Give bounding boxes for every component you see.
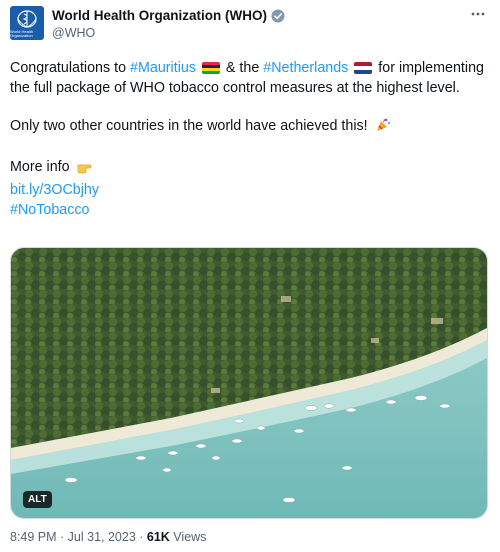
aerial-beach-photo xyxy=(11,248,487,518)
tweet-text: Congratulations to #Mauritius & the #Net… xyxy=(10,58,488,220)
meta-separator: · xyxy=(56,530,68,544)
tweet-time[interactable]: 8:49 PM xyxy=(10,530,57,544)
logo-text: World Health Organization xyxy=(10,28,34,38)
party-popper-icon xyxy=(375,117,391,139)
tweet-paragraph-1: Congratulations to #Mauritius & the #Net… xyxy=(10,58,488,98)
hashtag-netherlands[interactable]: #Netherlands xyxy=(263,60,348,76)
views-label: Views xyxy=(169,530,207,544)
who-emblem-icon xyxy=(17,9,37,28)
meta-separator: · xyxy=(135,530,147,544)
alt-text-badge[interactable]: ALT xyxy=(23,491,52,508)
netherlands-flag-icon xyxy=(354,62,373,74)
tweet-photo[interactable]: ALT xyxy=(10,247,488,519)
text-segment: Only two other countries in the world ha… xyxy=(10,118,368,134)
tweet-paragraph-2: Only two other countries in the world ha… xyxy=(10,116,488,139)
more-options-icon[interactable] xyxy=(470,6,486,27)
more-info-label: More info xyxy=(10,159,70,175)
account-handle[interactable]: @WHO xyxy=(52,26,95,40)
views-count: 61K xyxy=(146,530,170,544)
account-name[interactable]: World Health Organization (WHO) xyxy=(52,8,267,23)
tweet-card[interactable]: World Health Organization World Health O… xyxy=(0,0,500,552)
tweet-date[interactable]: Jul 31, 2023 xyxy=(68,530,136,544)
who-logo-avatar[interactable]: World Health Organization xyxy=(10,6,44,40)
verified-badge-icon xyxy=(271,9,285,23)
text-segment: & the xyxy=(221,60,264,76)
tweet-paragraph-3: More info xyxy=(10,157,488,180)
tweet-link[interactable]: bit.ly/3OCbjhy xyxy=(10,182,99,198)
tweet-header: World Health Organization World Health O… xyxy=(10,6,490,42)
pointing-hand-icon xyxy=(77,160,95,180)
mauritius-flag-icon xyxy=(201,62,220,74)
hashtag-mauritius[interactable]: #Mauritius xyxy=(130,60,196,76)
text-segment: Congratulations to xyxy=(10,60,131,76)
tweet-meta: 8:49 PM · Jul 31, 2023 · 61K Views xyxy=(10,530,206,544)
hashtag-notobacco[interactable]: #NoTobacco xyxy=(10,202,89,218)
